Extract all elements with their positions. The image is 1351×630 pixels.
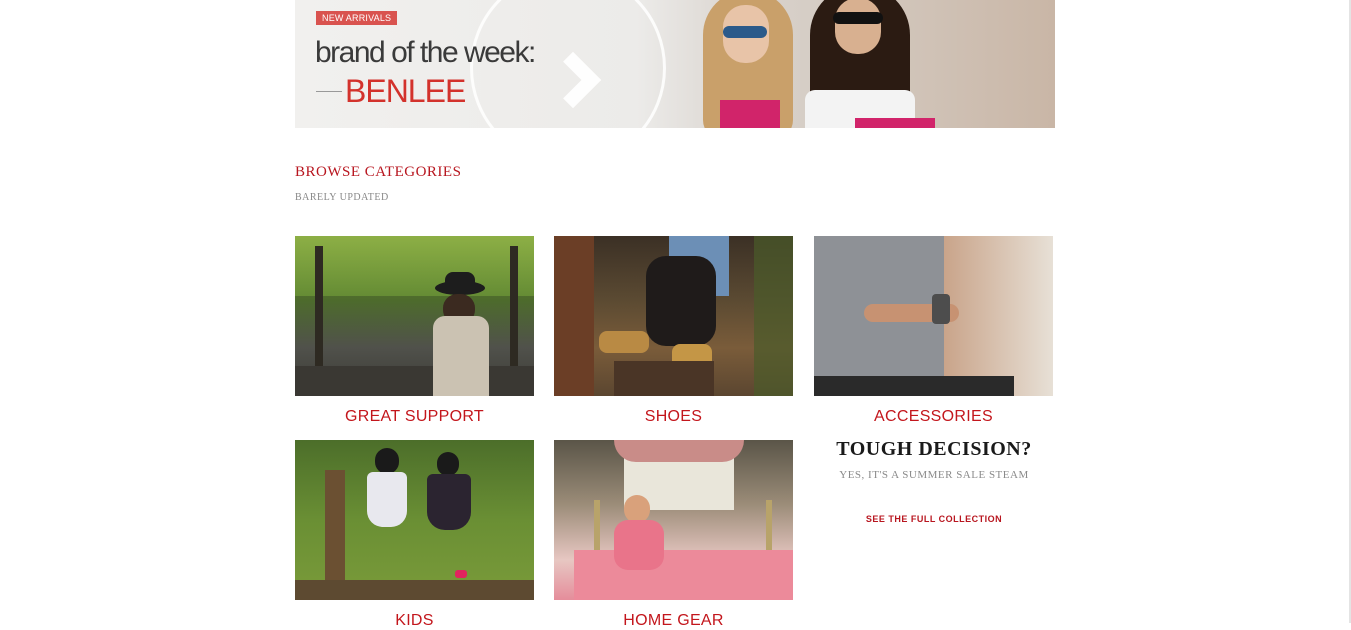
category-image-home-gear[interactable] bbox=[554, 440, 793, 600]
banner-models-image bbox=[675, 0, 1055, 128]
category-image-shoes[interactable] bbox=[554, 236, 793, 396]
new-arrivals-badge: NEW ARRIVALS bbox=[316, 11, 398, 25]
banner-dash bbox=[316, 91, 342, 92]
category-label-kids[interactable]: KIDS bbox=[295, 612, 534, 630]
category-image-great-support[interactable] bbox=[295, 236, 534, 396]
banner-brand-name: BENLEE bbox=[345, 73, 466, 109]
section-subtitle: BARELY UPDATED bbox=[295, 192, 389, 203]
promo-title: TOUGH DECISION? bbox=[836, 438, 1032, 460]
promo-subtitle: YES, IT'S A SUMMER SALE STEAM bbox=[839, 469, 1029, 481]
category-image-kids[interactable] bbox=[295, 440, 534, 600]
category-image-accessories[interactable] bbox=[814, 236, 1053, 396]
brand-of-week-banner[interactable]: NEW ARRIVALS brand of the week: BENLEE bbox=[295, 0, 1055, 128]
section-title: BROWSE CATEGORIES bbox=[295, 164, 462, 180]
banner-headline: brand of the week: bbox=[315, 36, 536, 69]
category-label-accessories[interactable]: ACCESSORIES bbox=[814, 408, 1053, 426]
category-label-great-support[interactable]: GREAT SUPPORT bbox=[295, 408, 534, 426]
see-full-collection-link[interactable]: SEE THE FULL COLLECTION bbox=[814, 514, 1054, 524]
category-label-home-gear[interactable]: HOME GEAR bbox=[554, 612, 793, 630]
category-label-shoes[interactable]: SHOES bbox=[554, 408, 793, 426]
